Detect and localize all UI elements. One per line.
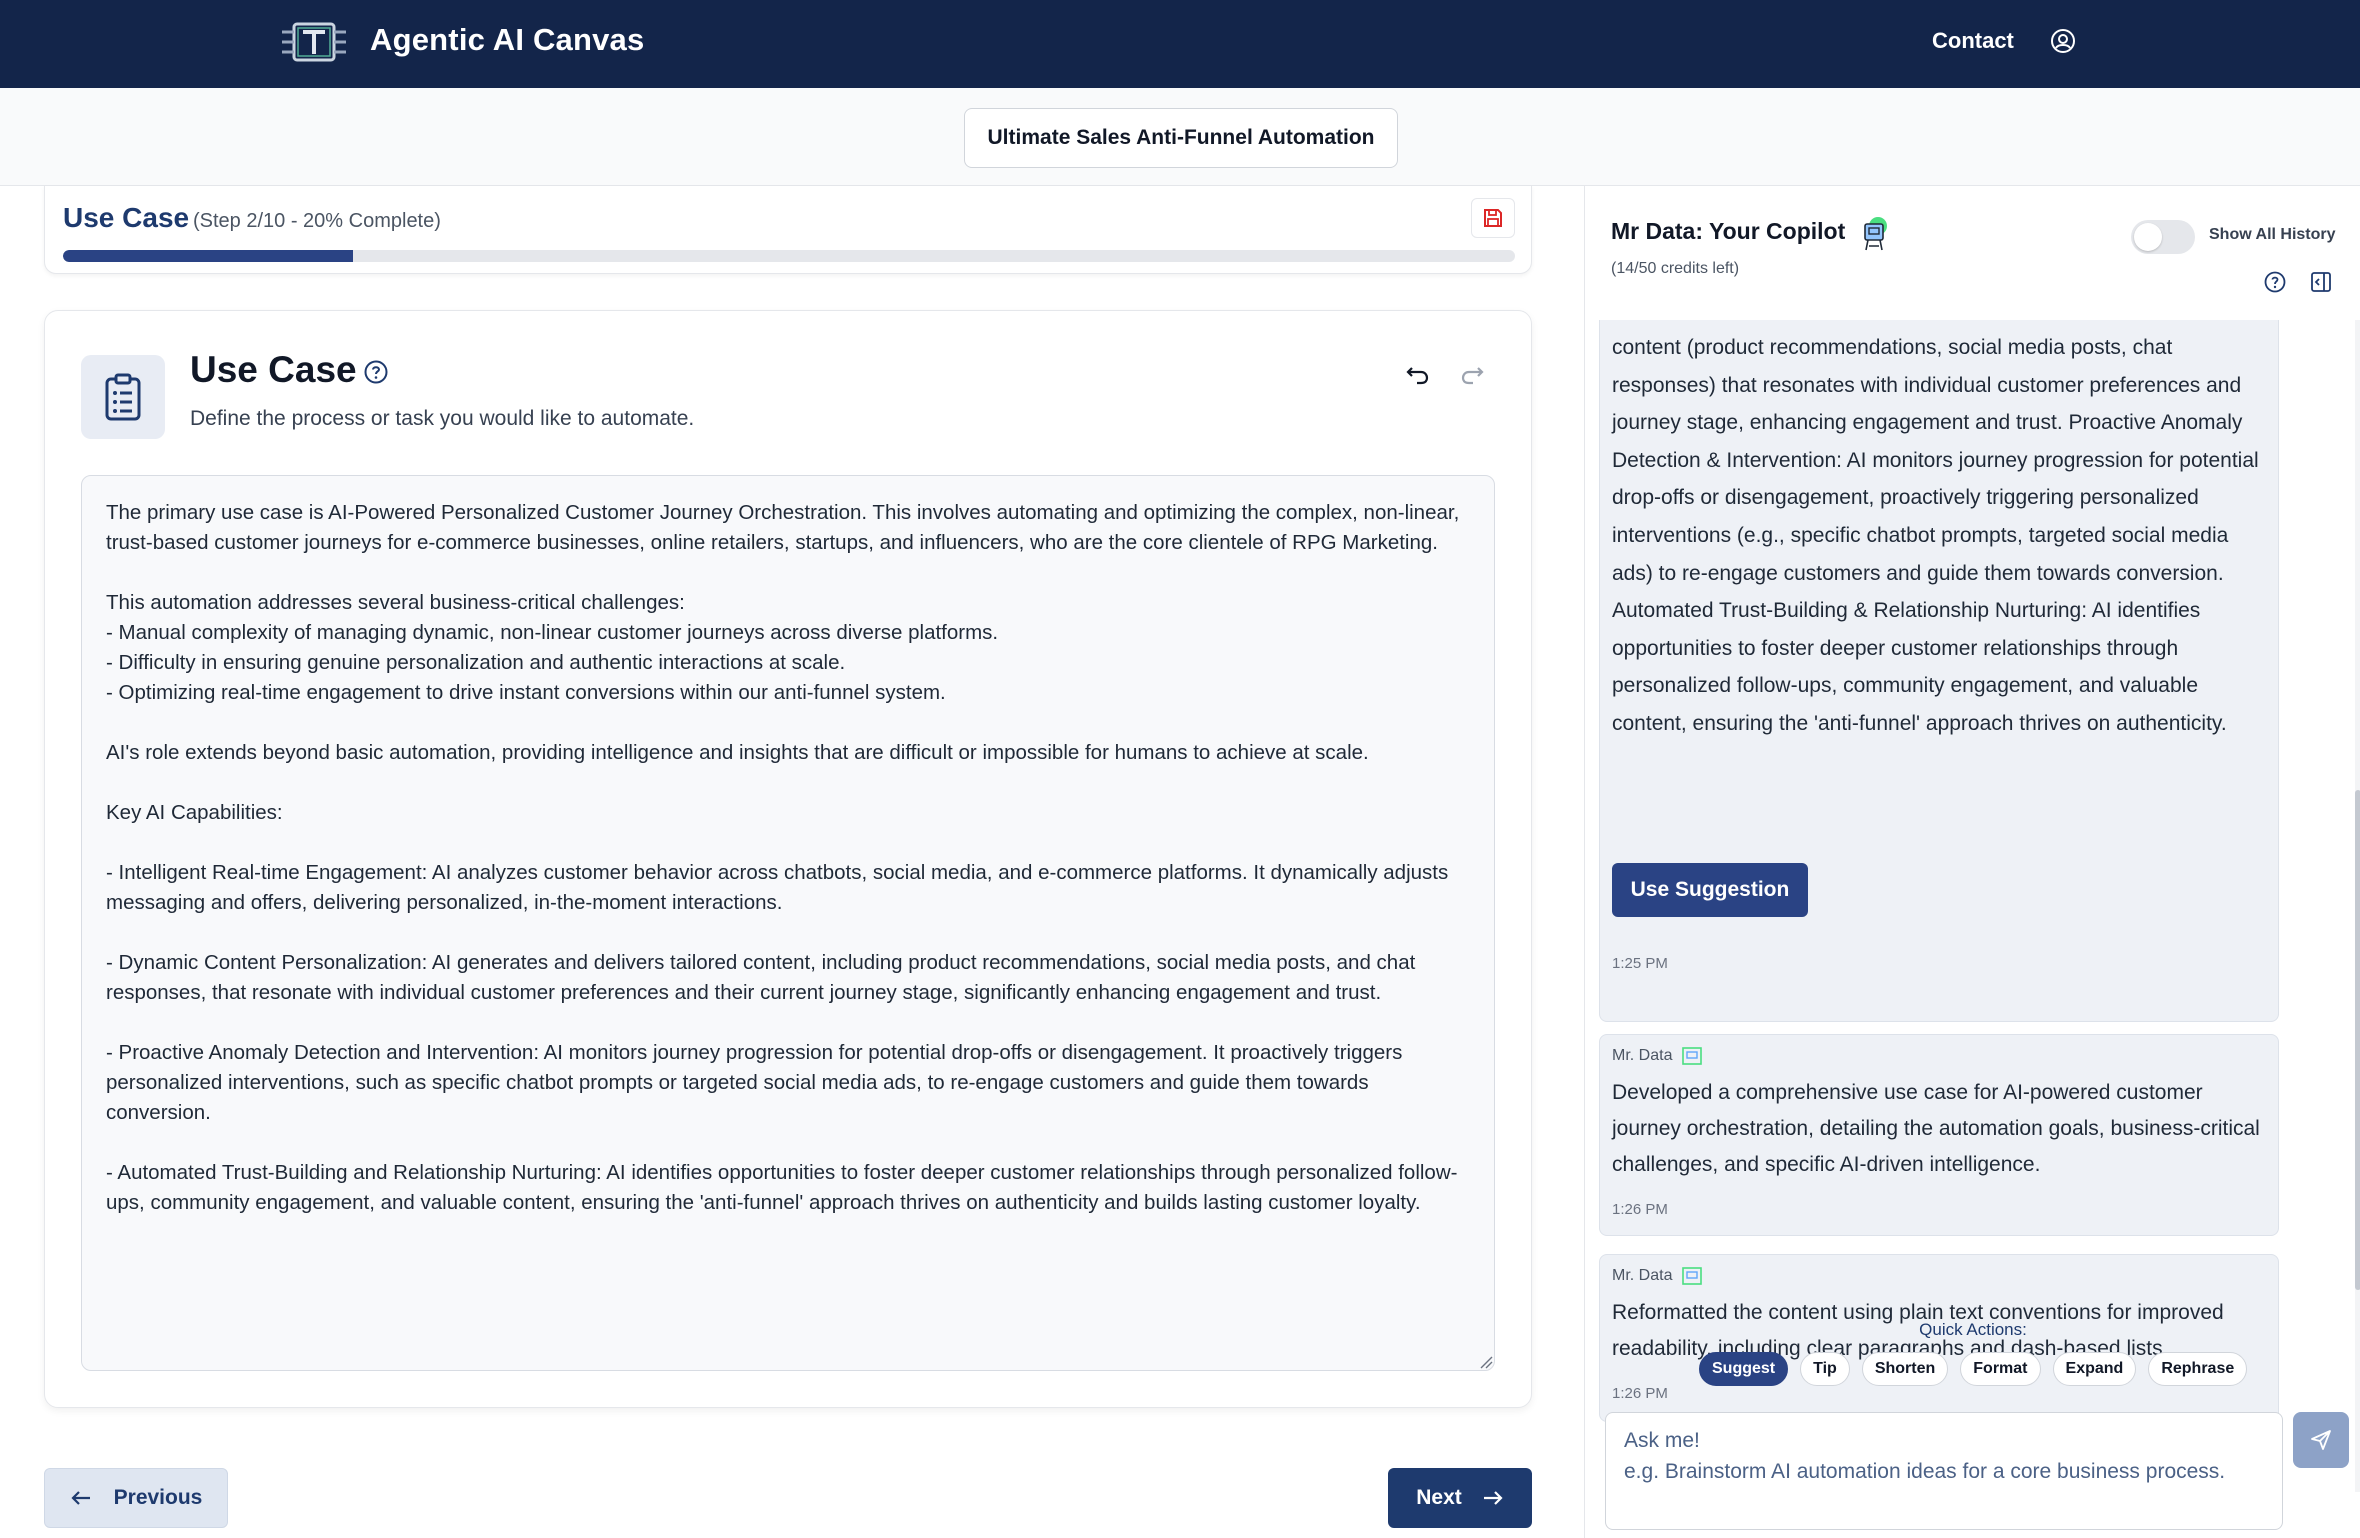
message-text: content (product recommendations, social… [1612, 336, 2259, 735]
message-text: Developed a comprehensive use case for A… [1612, 1081, 2260, 1176]
save-button[interactable] [1471, 198, 1515, 238]
save-icon [1484, 209, 1502, 227]
contact-link[interactable]: Contact [1932, 28, 2014, 54]
card-subtitle: Define the process or task you would lik… [190, 407, 695, 430]
project-bar: Ultimate Sales Anti-Funnel Automation [0, 88, 2360, 186]
quick-action-format[interactable]: Format [1960, 1352, 2041, 1386]
use-suggestion-button[interactable]: Use Suggestion [1612, 863, 1808, 917]
help-circle-icon[interactable] [2263, 270, 2287, 294]
previous-button[interactable]: Previous [44, 1468, 228, 1528]
message-author: Mr. Data [1612, 1047, 1703, 1065]
quick-actions: Suggest Tip Shorten Format Expand Rephra… [1699, 1352, 2248, 1386]
toggle-knob [2134, 223, 2162, 251]
next-label: Next [1416, 1486, 1462, 1509]
clipboard-icon-box [81, 355, 165, 439]
help-circle-icon[interactable] [363, 359, 389, 385]
previous-label: Previous [113, 1486, 203, 1509]
credits-left: (14/50 credits left) [1611, 260, 1740, 277]
chat-message: content (product recommendations, social… [1599, 320, 2279, 1022]
robot-avatar-icon [1864, 217, 1887, 251]
user-circle-icon[interactable] [2050, 28, 2076, 54]
chat-history[interactable]: content (product recommendations, social… [1585, 320, 2360, 1492]
progress-bar [63, 250, 1515, 262]
progress-step-text: (Step 2/10 - 20% Complete) [193, 210, 441, 232]
quick-action-rephrase[interactable]: Rephrase [2148, 1352, 2248, 1386]
use-case-card: Use Case Define the process or task you … [44, 310, 1532, 1408]
brand-title[interactable]: Agentic AI Canvas [370, 22, 644, 58]
next-button[interactable]: Next [1388, 1468, 1532, 1528]
resize-grip-icon[interactable] [1479, 1355, 1493, 1369]
progress-card: Use Case (Step 2/10 - 20% Complete) [44, 186, 1532, 274]
quick-action-suggest[interactable]: Suggest [1699, 1352, 1789, 1386]
send-icon [2311, 1430, 2331, 1450]
arrow-right-icon [1483, 1491, 1503, 1505]
quick-action-shorten[interactable]: Shorten [1861, 1352, 1949, 1386]
copilot-title: Mr Data: Your Copilot [1611, 218, 1846, 244]
chat-scrollbar-thumb[interactable] [2355, 790, 2360, 1290]
quick-actions-label: Quick Actions: [1919, 1320, 2027, 1339]
quick-action-expand[interactable]: Expand [2052, 1352, 2137, 1386]
copilot-panel: Mr Data: Your Copilot (14/50 credits lef… [1584, 186, 2360, 1538]
show-history-toggle[interactable] [2131, 220, 2195, 254]
progress-title: Use Case [63, 202, 190, 233]
top-navbar: Agentic AI Canvas Contact [0, 0, 2360, 88]
use-case-textarea[interactable]: The primary use case is AI-Powered Perso… [81, 475, 1495, 1371]
chat-message: Mr. Data Developed a comprehensive use c… [1599, 1034, 2279, 1236]
message-time: 1:25 PM [1612, 955, 1668, 972]
send-button[interactable] [2293, 1412, 2349, 1468]
quick-action-tip[interactable]: Tip [1800, 1352, 1850, 1386]
circuit-t-logo-icon[interactable] [280, 20, 348, 64]
robot-badge-icon [1682, 1047, 1703, 1065]
author-name: Mr. Data [1612, 1267, 1673, 1284]
author-name: Mr. Data [1612, 1047, 1673, 1064]
progress-bar-fill [63, 250, 354, 262]
clipboard-list-icon [105, 373, 141, 421]
robot-badge-icon [1682, 1267, 1703, 1285]
message-author: Mr. Data [1612, 1267, 1703, 1285]
project-name-button[interactable]: Ultimate Sales Anti-Funnel Automation [964, 108, 1398, 168]
undo-icon[interactable] [1403, 359, 1433, 389]
redo-icon[interactable] [1457, 359, 1487, 389]
arrow-left-icon [71, 1491, 90, 1505]
show-history-label: Show All History [2209, 226, 2336, 243]
sidebar-collapse-icon[interactable] [2309, 270, 2333, 294]
chat-input[interactable]: Ask me! e.g. Brainstorm AI automation id… [1605, 1412, 2283, 1530]
message-time: 1:26 PM [1612, 1201, 1668, 1218]
message-time: 1:26 PM [1612, 1385, 1668, 1402]
card-title: Use Case [190, 349, 357, 390]
